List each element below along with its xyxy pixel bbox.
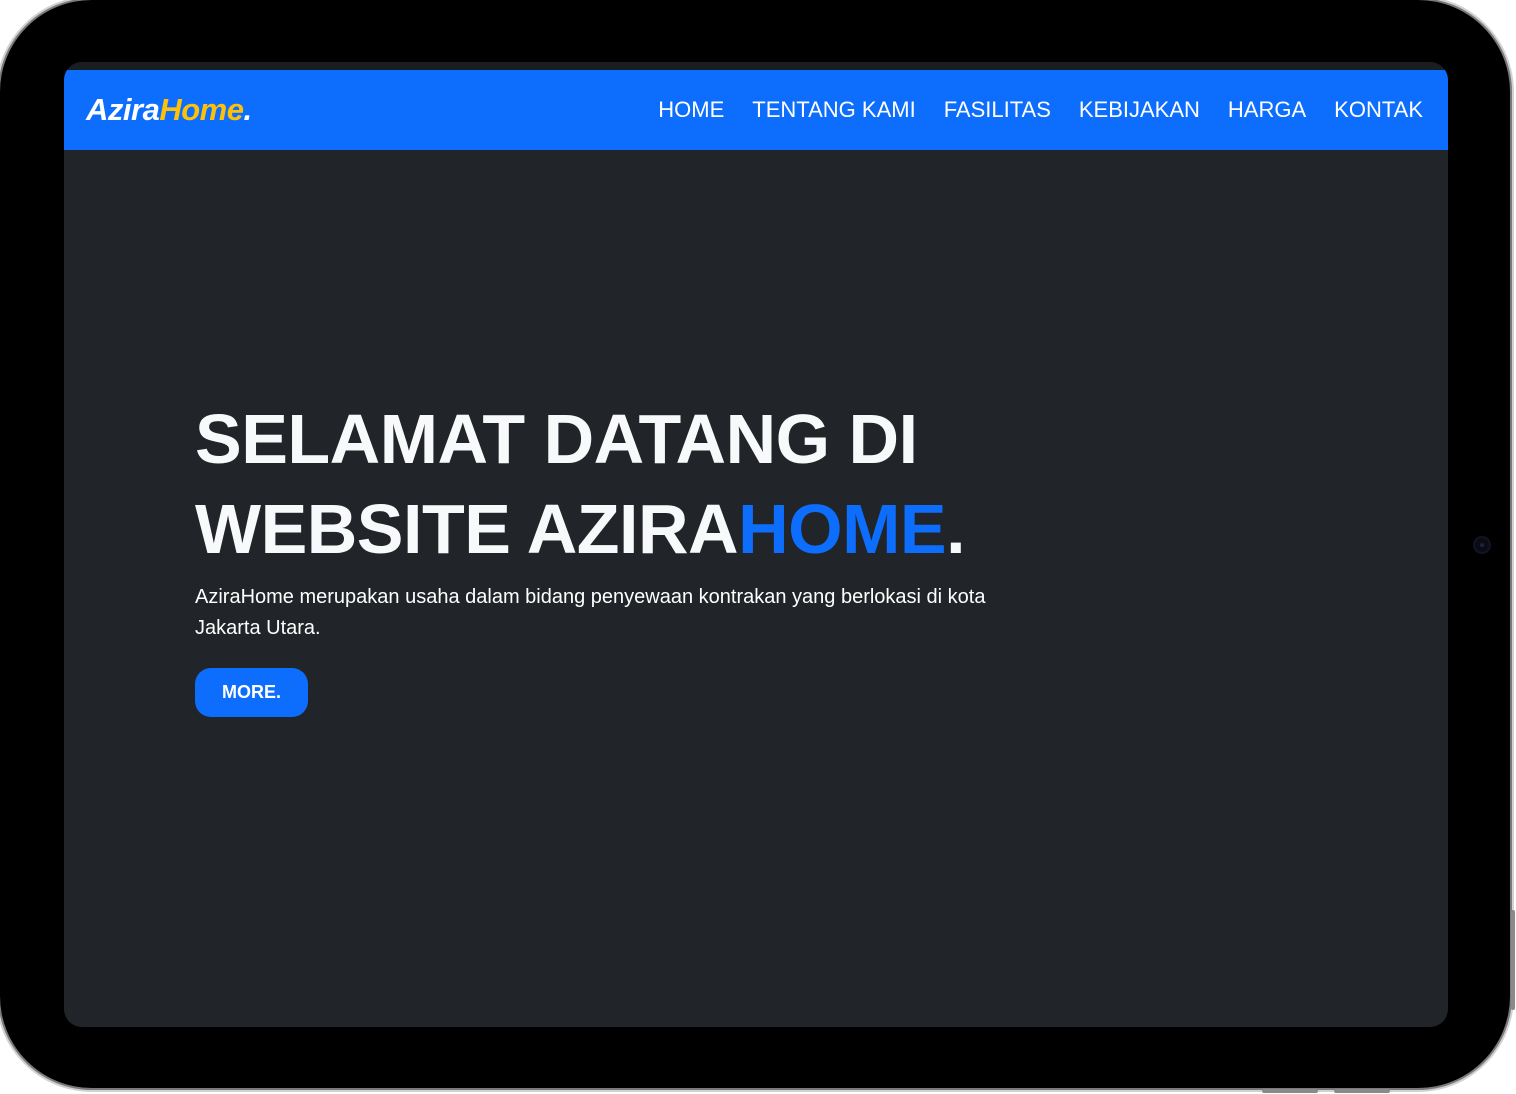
brand-text-part1: Azira <box>86 92 160 127</box>
brand-text-part2: Home <box>159 92 244 127</box>
navbar: AziraHome. HOME TENTANG KAMI FASILITAS K… <box>64 70 1448 150</box>
volume-button <box>1511 910 1515 1010</box>
nav-link-fasilitas[interactable]: FASILITAS <box>944 97 1051 123</box>
screen-top-strip <box>64 62 1448 70</box>
nav-link-kontak[interactable]: KONTAK <box>1334 97 1423 123</box>
hero-title-line2-prefix: WEBSITE AZIRA <box>195 490 739 568</box>
nav-link-tentang-kami[interactable]: TENTANG KAMI <box>752 97 915 123</box>
hardware-button <box>1262 1089 1318 1093</box>
hardware-button <box>1334 1089 1390 1093</box>
nav-menu: HOME TENTANG KAMI FASILITAS KEBIJAKAN HA… <box>658 70 1423 150</box>
nav-link-home[interactable]: HOME <box>658 97 724 123</box>
screen: AziraHome. HOME TENTANG KAMI FASILITAS K… <box>64 62 1448 1027</box>
hero-title-line2-suffix: . <box>946 490 966 568</box>
hero-title-line1: SELAMAT DATANG DI <box>195 400 918 478</box>
nav-link-harga[interactable]: HARGA <box>1228 97 1306 123</box>
camera-icon <box>1473 536 1491 554</box>
hero-description: AziraHome merupakan usaha dalam bidang p… <box>195 586 986 639</box>
hero-title: SELAMAT DATANG DI WEBSITE AZIRAHOME. <box>195 394 1095 574</box>
brand-text-part3: . <box>243 92 252 127</box>
brand-logo[interactable]: AziraHome. <box>86 92 252 128</box>
hero-section: SELAMAT DATANG DI WEBSITE AZIRAHOME. Azi… <box>195 394 1095 717</box>
more-button[interactable]: MORE. <box>195 668 309 717</box>
nav-link-kebijakan[interactable]: KEBIJAKAN <box>1079 97 1200 123</box>
hero-title-accent: HOME <box>738 490 947 568</box>
